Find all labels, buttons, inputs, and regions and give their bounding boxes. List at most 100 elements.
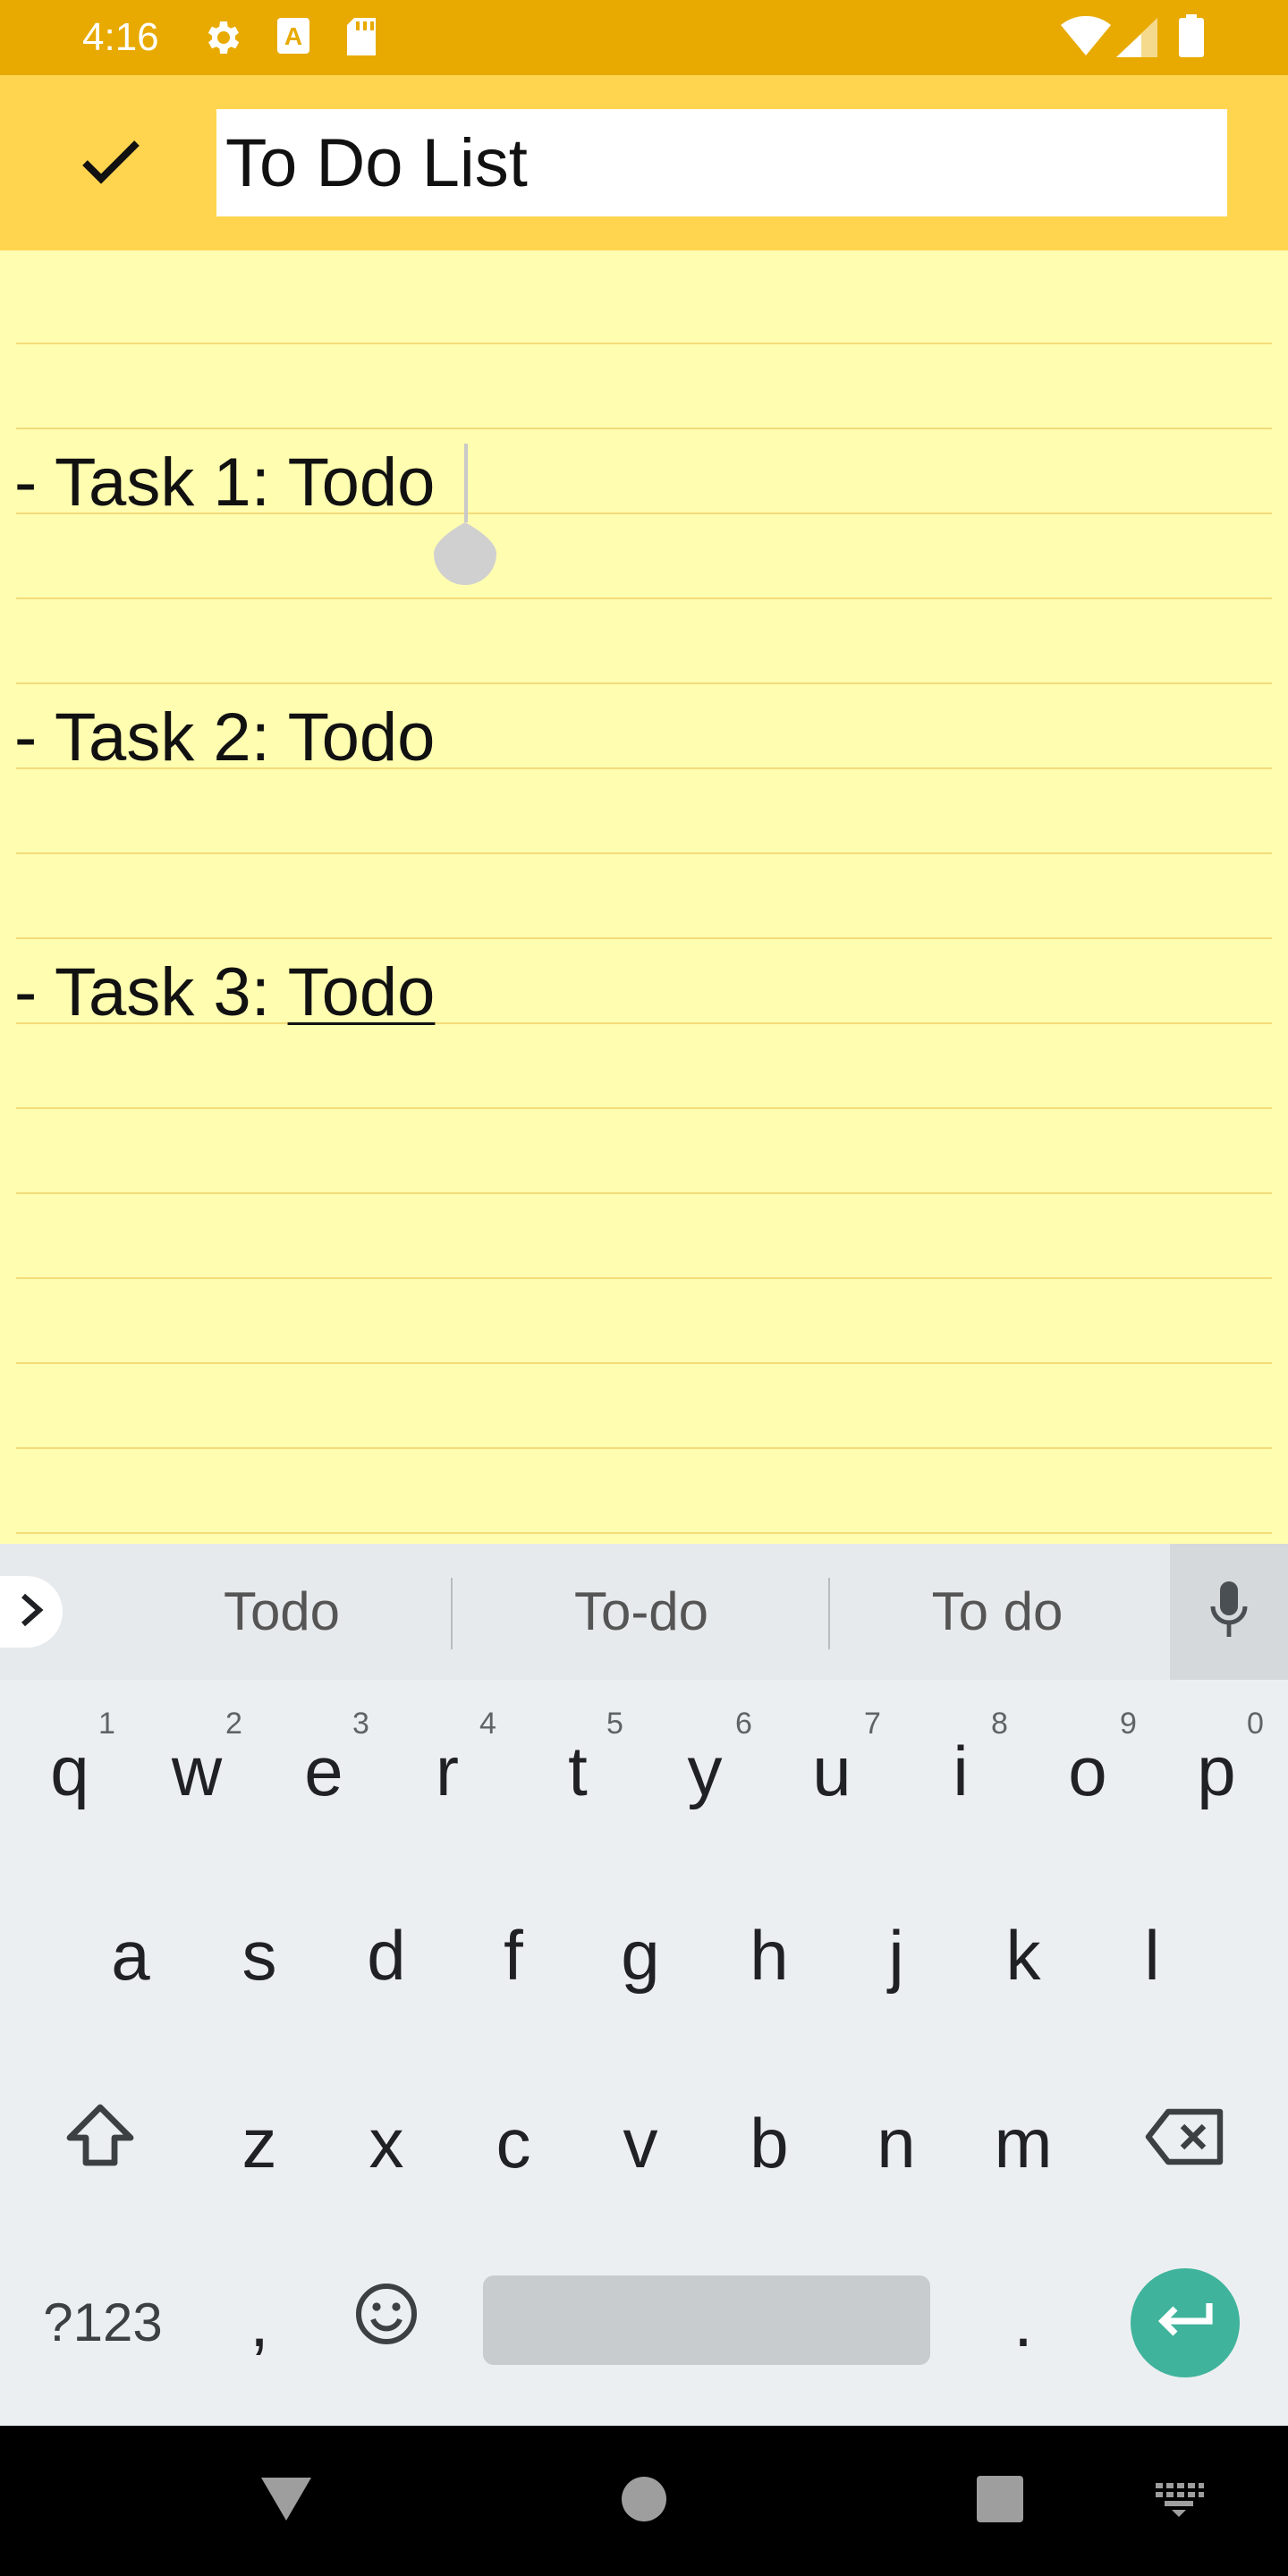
backspace-icon [1143,2103,1225,2184]
key-label: . [1013,2282,1033,2361]
divider [828,1578,830,1649]
key-label: v [623,2103,658,2182]
space-key[interactable] [483,2275,930,2365]
key-z[interactable]: z [215,2089,304,2197]
expand-toolbar-button[interactable] [0,1576,63,1648]
emoji-key[interactable] [342,2268,431,2376]
backspace-key[interactable] [1131,2089,1238,2197]
key-label: z [242,2103,277,2182]
key-g[interactable]: g [596,1902,685,2009]
key-x[interactable]: x [342,2089,431,2197]
nav-recents-button[interactable] [964,2465,1036,2537]
comma-key[interactable]: , [215,2268,304,2376]
suggestion-item[interactable]: To do [832,1580,1163,1644]
nav-keyboard-switch-button[interactable] [1143,2465,1215,2537]
title-input[interactable] [216,109,1227,216]
recents-icon [977,2475,1023,2527]
key-label: b [750,2103,789,2182]
key-v[interactable]: v [596,2089,685,2197]
key-label: o [1068,1731,1107,1810]
key-label: i [953,1731,969,1810]
key-n[interactable]: n [852,2089,941,2197]
divider [451,1578,453,1649]
ruled-line [16,1362,1272,1364]
key-label: q [50,1731,89,1810]
note-text[interactable]: - Task 1: Todo - Task 2: Todo - Task 3: … [14,270,435,1205]
note-line: - Task 1: Todo [14,440,435,525]
key-label: f [504,1915,523,1995]
key-label: n [877,2103,916,2182]
key-hint: 2 [225,1707,242,1741]
key-l[interactable]: l [1107,1902,1197,2009]
task-prefix: - Task 2: [14,699,288,775]
suggestion-strip: Todo To-do To do [0,1544,1288,1680]
symbols-key[interactable]: ?123 [27,2268,179,2376]
ruled-line [16,1277,1272,1279]
signal-icon [1116,18,1157,62]
key-o[interactable]: o [1043,1717,1132,1825]
enter-arrow-icon [1154,2300,1216,2347]
key-d[interactable]: d [342,1902,431,2009]
shift-icon [64,2102,136,2185]
key-hint: 5 [606,1707,623,1741]
key-u[interactable]: u [787,1717,877,1825]
voice-input-button[interactable] [1170,1544,1288,1680]
key-label: ?123 [43,2292,163,2352]
key-label: c [496,2103,531,2182]
nav-home-button[interactable] [608,2465,680,2537]
task-prefix: - Task 1: [14,445,288,521]
suggestion-item[interactable]: To-do [458,1580,825,1644]
key-f[interactable]: f [469,1902,558,2009]
key-k[interactable]: k [979,1902,1068,2009]
key-label: , [250,2282,269,2361]
sd-card-icon [343,16,379,62]
key-label: d [367,1915,406,1995]
task-status: Todo [287,445,436,521]
cursor-handle[interactable] [434,522,496,585]
suggestion-item[interactable]: Todo [107,1580,456,1644]
key-hint: 7 [864,1707,881,1741]
soft-keyboard: Todo To-do To do q 1 w 2 e 3 r 4 t 5 y 6… [0,1544,1288,2426]
key-label: h [750,1915,789,1995]
key-j[interactable]: j [852,1902,941,2009]
ruled-line [16,1532,1272,1534]
nav-back-button[interactable] [250,2465,322,2537]
status-time: 4:16 [82,15,159,59]
key-r[interactable]: r [402,1717,492,1825]
confirm-button[interactable] [64,118,157,211]
enter-key[interactable] [1131,2268,1240,2377]
period-key[interactable]: . [979,2268,1068,2376]
key-label: m [994,2103,1053,2182]
key-hint: 3 [352,1707,369,1741]
key-label: s [242,1915,277,1995]
note-line: - Task 3: Todo [14,950,435,1035]
home-icon [621,2476,667,2527]
key-h[interactable]: h [724,1902,814,2009]
key-s[interactable]: s [215,1902,304,2009]
text-a-icon: A [275,16,311,60]
task-status-composing: Todo [287,954,436,1030]
microphone-icon [1208,1580,1250,1645]
key-label: k [1005,1915,1041,1995]
key-label: x [369,2103,404,2182]
key-label: w [171,1731,223,1810]
shift-key[interactable] [47,2089,154,2197]
key-label: g [621,1915,660,1995]
key-hint: 0 [1247,1707,1264,1741]
key-label: p [1197,1731,1236,1810]
key-b[interactable]: b [724,2089,814,2197]
keyboard-switch-icon [1154,2481,1204,2521]
key-label: l [1144,1915,1160,1995]
key-m[interactable]: m [979,2089,1068,2197]
task-status: Todo [287,699,436,775]
battery-icon [1179,14,1204,62]
key-label: r [436,1731,459,1810]
key-hint: 1 [98,1707,115,1741]
note-editor[interactable]: - Task 1: Todo - Task 2: Todo - Task 3: … [0,250,1288,1544]
key-a[interactable]: a [86,1902,175,2009]
key-hint: 6 [735,1707,752,1741]
key-label: y [687,1731,723,1810]
key-hint: 8 [991,1707,1008,1741]
key-c[interactable]: c [469,2089,558,2197]
task-prefix: - Task 3: [14,954,288,1030]
